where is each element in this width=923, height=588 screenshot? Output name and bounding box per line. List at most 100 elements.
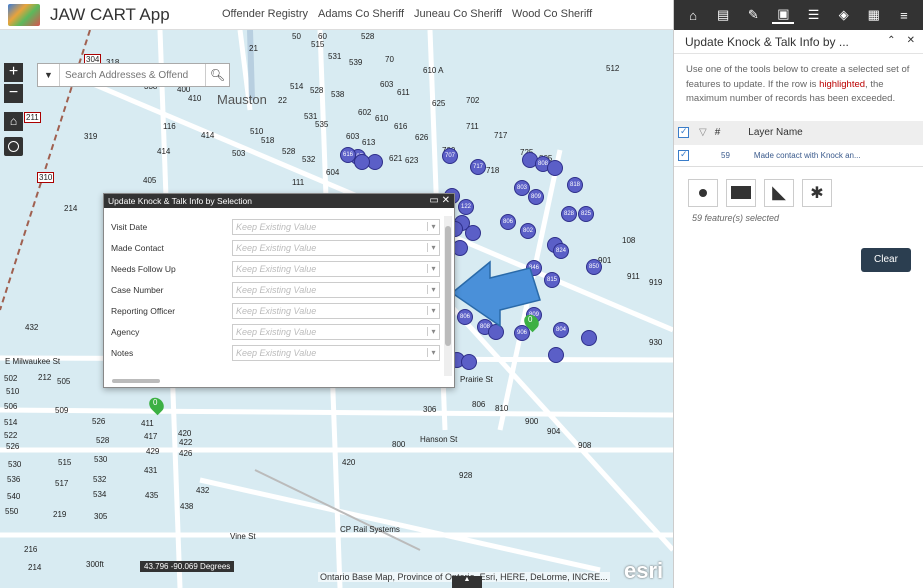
selected-point[interactable]: 824 xyxy=(553,243,569,259)
search-input[interactable] xyxy=(60,69,205,81)
address-label: 306 xyxy=(423,405,437,414)
update-icon[interactable]: ▣ xyxy=(772,6,795,24)
dialog-scrollbar[interactable] xyxy=(444,216,452,376)
clear-button[interactable]: Clear xyxy=(861,248,911,272)
close-icon[interactable]: ✕ xyxy=(907,35,915,46)
needs-follow-up-select[interactable]: Keep Existing Value ▾ xyxy=(232,260,440,277)
locate-button[interactable] xyxy=(4,137,23,156)
widget-toolbar: ⌂ ▤ ✎ ▣ ☰ ◈ ▦ ≡ xyxy=(674,0,923,30)
layer-table-header: ▽ # Layer Name xyxy=(674,120,923,145)
select-by-polygon-button[interactable]: ◣ xyxy=(764,178,794,207)
nav-link-offender-registry[interactable]: Offender Registry xyxy=(222,8,308,20)
map-view[interactable]: Mauston E Milwaukee St Prairie St Hanson… xyxy=(0,30,673,588)
field-value: Keep Existing Value xyxy=(236,242,317,253)
agency-select[interactable]: Keep Existing Value ▾ xyxy=(232,323,440,340)
address-label: 420 xyxy=(342,458,356,467)
zoom-out-button[interactable]: − xyxy=(4,84,23,103)
selected-point[interactable] xyxy=(497,285,513,301)
scrollbar-thumb[interactable] xyxy=(445,226,451,346)
selected-point[interactable]: 815 xyxy=(544,272,560,288)
selected-point[interactable]: 806 xyxy=(457,309,473,325)
nav-link-wood-co-sheriff[interactable]: Wood Co Sheriff xyxy=(512,8,592,20)
field-value: Keep Existing Value xyxy=(236,326,317,337)
field-value: Keep Existing Value xyxy=(236,263,317,274)
address-label: 212 xyxy=(38,373,52,382)
home-icon: ⌂ xyxy=(9,114,18,128)
list-icon[interactable]: ☰ xyxy=(803,7,825,23)
panel-header: Update Knock & Talk Info by ... ⌃ ✕ xyxy=(674,30,923,54)
address-label: 717 xyxy=(494,131,508,140)
maximize-icon[interactable]: ▭ xyxy=(429,195,438,206)
document-icon[interactable]: ▤ xyxy=(712,7,734,23)
field-value: Keep Existing Value xyxy=(236,284,317,295)
selected-point[interactable] xyxy=(547,160,563,176)
selected-point[interactable]: 809 xyxy=(528,189,544,205)
search-source-dropdown[interactable]: ▼ xyxy=(38,64,60,86)
visit-date-select[interactable]: Keep Existing Value ▾ xyxy=(232,218,440,235)
grid-icon[interactable]: ▦ xyxy=(863,7,885,23)
address-label: 806 xyxy=(472,400,486,409)
selected-point[interactable]: 806 xyxy=(500,214,516,230)
collapse-icon[interactable]: ⌃ xyxy=(887,35,895,46)
selected-point[interactable]: 802 xyxy=(520,223,536,239)
layer-name: Made contact with Knock an... xyxy=(753,150,861,160)
highway-shield: 310 xyxy=(37,172,55,183)
app-header: JAW CART App Offender Registry Adams Co … xyxy=(0,0,673,30)
selected-point[interactable]: 717 xyxy=(470,159,486,175)
selected-point[interactable] xyxy=(488,324,504,340)
selected-point[interactable]: 804 xyxy=(553,322,569,338)
selected-point[interactable] xyxy=(354,154,370,170)
address-label: 300ft xyxy=(86,560,104,569)
layers-icon[interactable]: ◈ xyxy=(833,7,855,23)
select-all-checkbox[interactable] xyxy=(678,126,689,138)
nav-link-adams-co-sheriff[interactable]: Adams Co Sheriff xyxy=(318,8,404,20)
chevron-down-icon: ▾ xyxy=(427,327,439,336)
selected-point[interactable]: 707 xyxy=(442,148,458,164)
map-marker-label: 0 xyxy=(153,398,158,407)
map-marker-label: 0 xyxy=(528,315,533,324)
address-label: 535 xyxy=(315,120,329,129)
tag-icon[interactable]: ⌂ xyxy=(682,8,704,23)
home-button[interactable]: ⌂ xyxy=(4,112,23,131)
selected-point[interactable] xyxy=(461,354,477,370)
selected-point[interactable]: 825 xyxy=(578,206,594,222)
address-label: 610 A xyxy=(423,66,444,75)
selected-point[interactable]: 828 xyxy=(561,206,577,222)
map-street-label: CP Rail Systems xyxy=(340,525,400,534)
dialog-resize-handle[interactable] xyxy=(112,379,160,383)
field-label: Case Number xyxy=(111,284,164,295)
notes-select[interactable]: Keep Existing Value ▾ xyxy=(232,344,440,361)
address-label: 512 xyxy=(606,64,620,73)
address-label: 930 xyxy=(649,338,663,347)
rectangle-icon xyxy=(731,186,751,199)
zoom-in-button[interactable]: + xyxy=(4,63,23,82)
form-row-made-contact: Made Contact Keep Existing Value ▾ xyxy=(104,237,444,258)
select-by-freehand-button[interactable]: ✱ xyxy=(802,178,832,207)
nav-link-juneau-co-sheriff[interactable]: Juneau Co Sheriff xyxy=(414,8,502,20)
selected-point[interactable] xyxy=(465,225,481,241)
address-label: 319 xyxy=(84,132,98,141)
case-number-select[interactable]: Keep Existing Value ▾ xyxy=(232,281,440,298)
selected-point[interactable]: 122 xyxy=(458,199,474,215)
selected-point[interactable] xyxy=(548,347,564,363)
address-label: 603 xyxy=(380,80,394,89)
selected-point[interactable]: 846 xyxy=(526,260,542,276)
layer-row[interactable]: 59 Made contact with Knock an... xyxy=(674,145,923,167)
collapse-tab[interactable]: ▲ xyxy=(452,576,482,588)
address-label: 22 xyxy=(278,96,287,105)
layer-checkbox[interactable] xyxy=(678,149,689,161)
address-label: 216 xyxy=(24,545,38,554)
made-contact-select[interactable]: Keep Existing Value ▾ xyxy=(232,239,440,256)
select-by-rectangle-button[interactable] xyxy=(726,178,756,207)
selected-point[interactable] xyxy=(581,330,597,346)
search-button[interactable]: 🔍︎ xyxy=(205,64,229,86)
selected-point[interactable]: 850 xyxy=(586,259,602,275)
filter-icon[interactable]: ▽ xyxy=(699,127,707,138)
selected-point[interactable]: 818 xyxy=(567,177,583,193)
close-icon[interactable]: ✕ xyxy=(442,195,450,206)
reporting-officer-select[interactable]: Keep Existing Value ▾ xyxy=(232,302,440,319)
menu-icon[interactable]: ≡ xyxy=(893,8,915,23)
address-label: 919 xyxy=(649,278,663,287)
select-by-point-button[interactable] xyxy=(688,178,718,207)
edit-icon[interactable]: ✎ xyxy=(742,7,764,23)
